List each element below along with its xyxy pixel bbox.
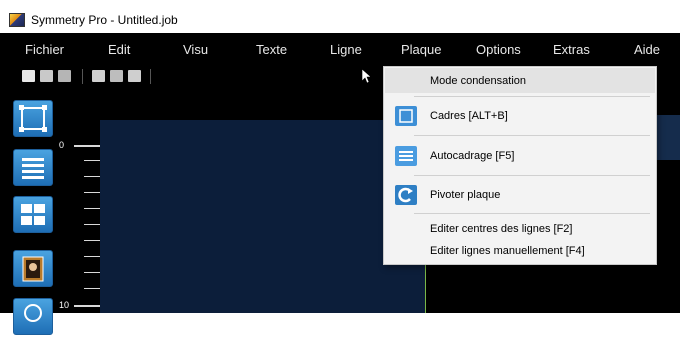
ruler-tick bbox=[84, 240, 100, 241]
save-icon[interactable] bbox=[58, 70, 71, 82]
menu-item-mode-condensation[interactable]: Mode condensation bbox=[385, 68, 655, 93]
window-title: Symmetry Pro - Untitled.job bbox=[31, 12, 178, 27]
menu-bar: Fichier Edit Visu Texte Ligne Plaque Opt… bbox=[0, 33, 680, 65]
ruler-tick bbox=[84, 192, 100, 193]
menu-fichier[interactable]: Fichier bbox=[25, 42, 64, 57]
menu-item-label: Mode condensation bbox=[430, 74, 527, 87]
menu-extras[interactable]: Extras bbox=[553, 42, 590, 57]
menu-item-pivoter-plaque[interactable]: Pivoter plaque bbox=[385, 182, 655, 207]
menu-item-editer-centres[interactable]: Editer centres des lignes [F2] bbox=[385, 218, 655, 240]
grid-icon bbox=[21, 204, 45, 225]
frame-tool-button[interactable] bbox=[13, 100, 53, 137]
ruler-tick bbox=[84, 176, 100, 177]
ruler-tick bbox=[84, 160, 100, 161]
lines-icon bbox=[22, 158, 44, 179]
zoom-icon bbox=[24, 304, 42, 322]
grid-tool-button[interactable] bbox=[13, 196, 53, 233]
portrait-tool-button[interactable] bbox=[13, 250, 53, 287]
ruler-major-tick bbox=[74, 305, 100, 307]
zoom-tool-button[interactable] bbox=[13, 298, 53, 335]
menu-aide[interactable]: Aide bbox=[634, 42, 660, 57]
menu-item-label: Cadres [ALT+B] bbox=[430, 109, 508, 122]
menu-options[interactable]: Options bbox=[476, 42, 521, 57]
menu-item-cadres[interactable]: Cadres [ALT+B] bbox=[385, 103, 655, 128]
mouse-cursor-icon bbox=[362, 69, 370, 83]
menu-item-label: Autocadrage [F5] bbox=[430, 149, 515, 162]
lines-tool-button[interactable] bbox=[13, 149, 53, 186]
right-panel bbox=[657, 115, 680, 160]
lines-icon bbox=[395, 146, 417, 166]
ruler-tick bbox=[84, 288, 100, 289]
menu-item-autocadrage[interactable]: Autocadrage [F5] bbox=[385, 143, 655, 168]
menu-item-label: Editer lignes manuellement [F4] bbox=[430, 245, 585, 257]
menu-visu[interactable]: Visu bbox=[183, 42, 208, 57]
title-bar: Symmetry Pro - Untitled.job bbox=[0, 6, 680, 33]
copy-icon[interactable] bbox=[110, 70, 123, 82]
ruler-major-tick bbox=[74, 145, 100, 147]
menu-plaque[interactable]: Plaque bbox=[401, 42, 441, 57]
paste-icon[interactable] bbox=[128, 70, 141, 82]
menu-texte[interactable]: Texte bbox=[256, 42, 287, 57]
plaque-menu: Mode condensation Cadres [ALT+B] Autocad… bbox=[383, 66, 657, 265]
menu-separator bbox=[414, 96, 650, 97]
frame-icon bbox=[395, 106, 417, 126]
menu-ligne[interactable]: Ligne bbox=[330, 42, 362, 57]
toolbar-separator bbox=[82, 69, 83, 84]
rotate-icon bbox=[395, 185, 417, 205]
portrait-icon bbox=[22, 256, 44, 282]
toolbar-separator bbox=[150, 69, 151, 84]
ruler-tick bbox=[84, 272, 100, 273]
frame-icon bbox=[19, 105, 47, 132]
ruler-label-0: 0 bbox=[59, 140, 65, 150]
ruler-tick bbox=[84, 208, 100, 209]
menu-item-label: Pivoter plaque bbox=[430, 188, 501, 201]
menu-item-editer-lignes[interactable]: Editer lignes manuellement [F4] bbox=[385, 240, 655, 262]
ruler-tick bbox=[84, 256, 100, 257]
menu-separator bbox=[414, 175, 650, 176]
symmetry-app-icon bbox=[9, 12, 25, 27]
open-folder-icon[interactable] bbox=[40, 70, 53, 82]
menu-separator bbox=[414, 135, 650, 136]
menu-separator bbox=[414, 213, 650, 214]
new-file-icon[interactable] bbox=[22, 70, 35, 82]
print-icon[interactable] bbox=[92, 70, 105, 82]
menu-item-label: Editer centres des lignes [F2] bbox=[430, 223, 573, 235]
menu-edit[interactable]: Edit bbox=[108, 42, 130, 57]
plate-canvas[interactable] bbox=[100, 120, 426, 313]
ruler-tick bbox=[84, 224, 100, 225]
ruler-label-10: 10 bbox=[59, 300, 70, 310]
